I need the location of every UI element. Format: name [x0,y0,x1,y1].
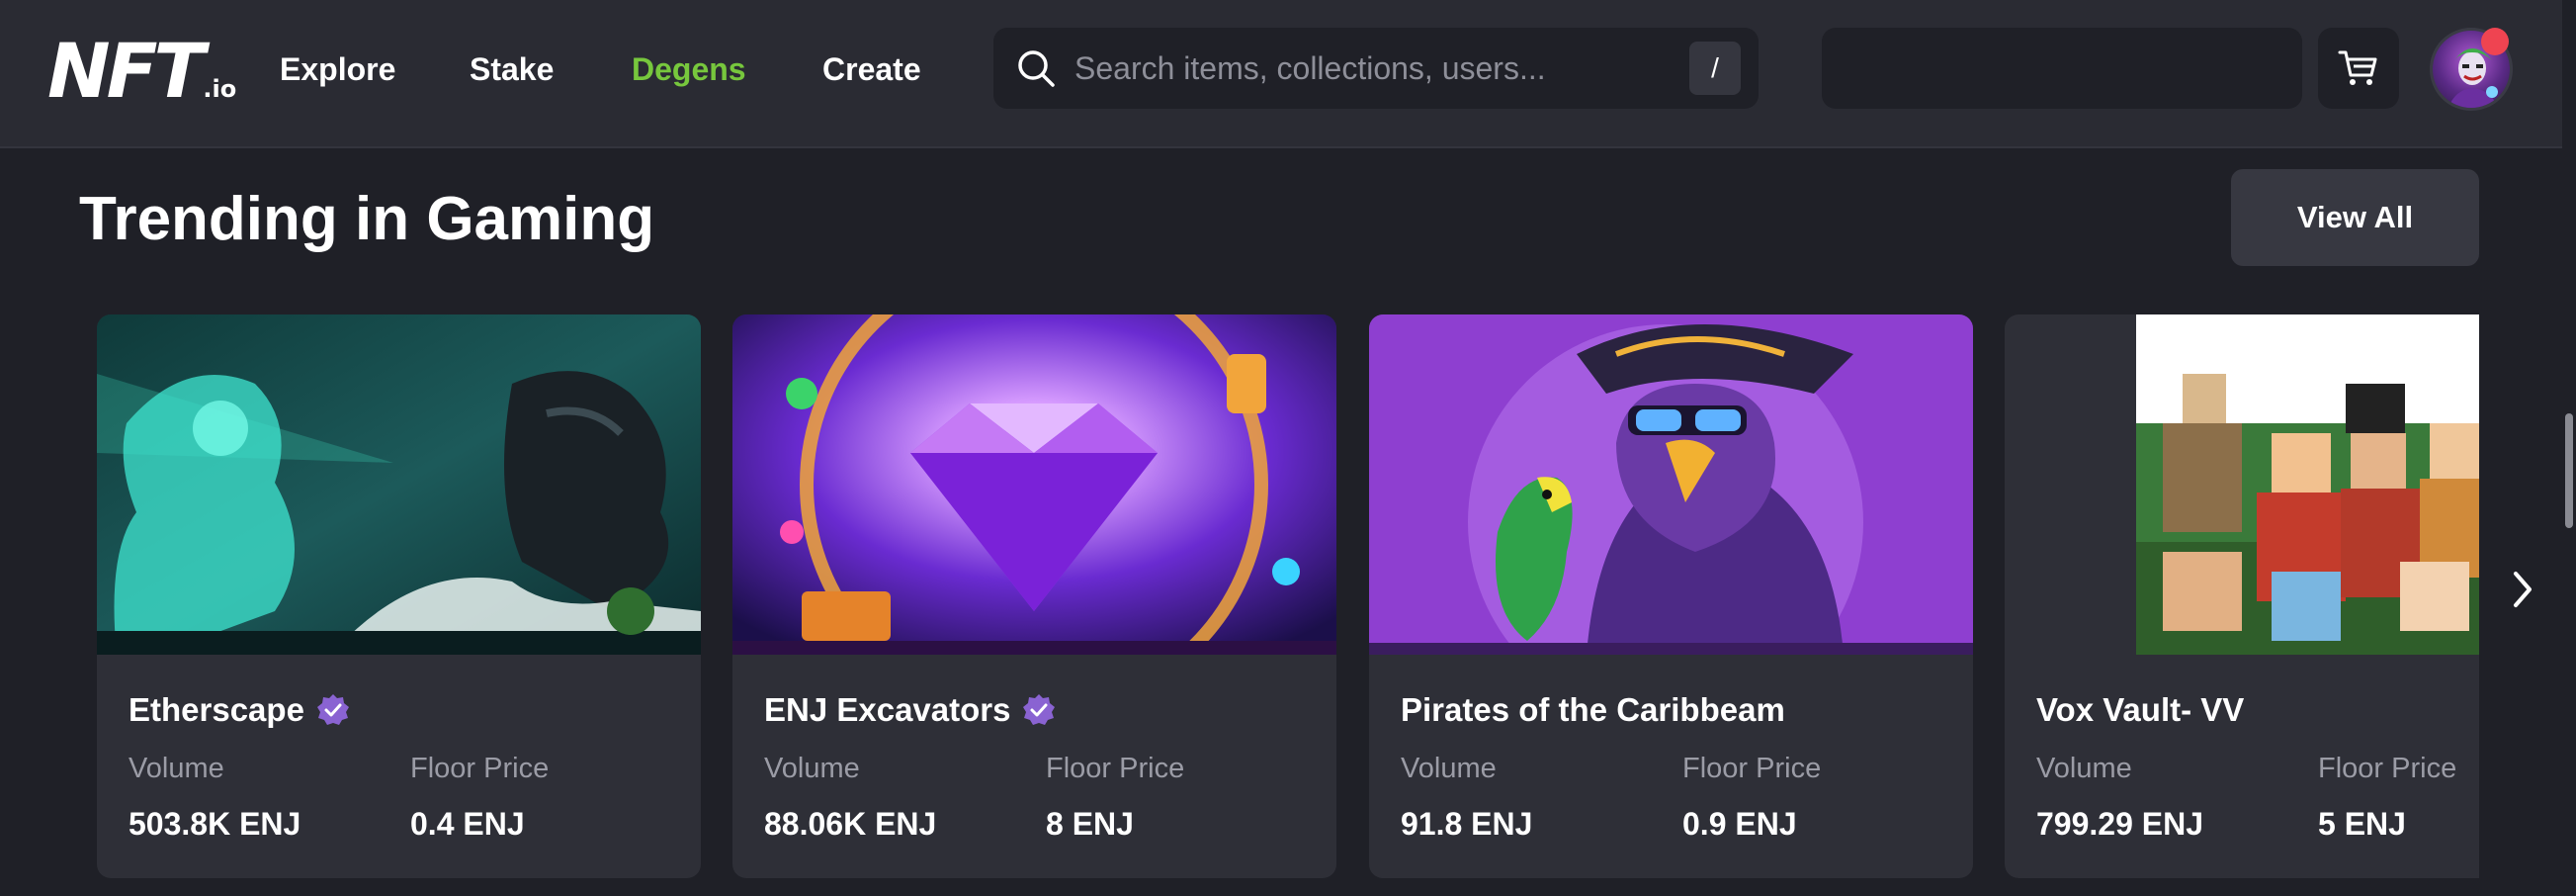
collection-name-text: ENJ Excavators [764,691,1011,728]
logo-tld: .io [203,75,237,103]
section-title: Trending in Gaming [79,185,655,253]
cart-button[interactable] [2318,28,2399,109]
verified-badge-icon [1023,694,1056,725]
floor-price-label: Floor Price [1682,753,1822,784]
nft-io-logo[interactable]: NFT .io [47,34,245,109]
collection-card-etherscape[interactable]: Etherscape Volume Floor Price 503.8K ENJ… [97,314,701,878]
floor-price-value: 0.9 ENJ [1682,806,1797,842]
search-input[interactable]: Search items, collections, users... [1074,45,1546,91]
collection-name: Vox Vault- VV [2036,688,2244,732]
search-bar[interactable]: Search items, collections, users... / [993,28,1759,109]
collection-name: Pirates of the Caribbeam [1401,688,1785,732]
top-navigation-bar: NFT .io Explore Stake Degens Create Sear… [0,0,2562,148]
chevron-right-icon [2514,572,2532,607]
verified-badge-icon [316,694,349,725]
floor-price-label: Floor Price [2318,753,2457,784]
floor-price-label: Floor Price [1046,753,1185,784]
scrollbar-thumb[interactable] [2565,413,2573,528]
volume-value: 91.8 ENJ [1401,806,1533,842]
volume-label: Volume [2036,753,2132,784]
nav-explore[interactable]: Explore [280,47,395,91]
collection-name: Etherscape [129,688,350,732]
collection-image [97,314,701,655]
nav-degens[interactable]: Degens [632,47,746,91]
volume-label: Volume [1401,753,1497,784]
collection-name-text: Vox Vault- VV [2036,691,2245,728]
logo-mark: NFT [47,27,205,115]
floor-price-value: 8 ENJ [1046,806,1134,842]
wallet-panel[interactable] [1822,28,2302,109]
volume-value: 799.29 ENJ [2036,806,2204,842]
collection-image [2005,314,2479,655]
volume-value: 88.06K ENJ [764,806,937,842]
carousel-next-button[interactable] [2501,560,2544,619]
collection-image [732,314,1336,655]
collection-name-text: Pirates of the Caribbeam [1401,691,1785,728]
volume-label: Volume [129,753,224,784]
collection-name: ENJ Excavators [764,688,1056,732]
page-scrollbar[interactable] [2562,0,2576,896]
view-all-button[interactable]: View All [2231,169,2479,266]
floor-price-value: 0.4 ENJ [410,806,525,842]
volume-value: 503.8K ENJ [129,806,301,842]
floor-price-label: Floor Price [410,753,550,784]
volume-label: Volume [764,753,860,784]
search-icon [1018,50,1055,87]
cart-icon [2338,50,2377,85]
collection-card-pirates-of-the-caribbeam[interactable]: Pirates of the Caribbeam Volume Floor Pr… [1369,314,1973,878]
notification-dot [2481,28,2509,55]
collection-name-text: Etherscape [129,691,304,728]
card-clip-container: Vox Vault- VV Volume Floor Price 799.29 … [2005,314,2479,878]
collection-card-vox-vault-vv[interactable]: Vox Vault- VV Volume Floor Price 799.29 … [2005,314,2479,878]
collection-card-enj-excavators[interactable]: ENJ Excavators Volume Floor Price 88.06K… [732,314,1336,878]
nav-stake[interactable]: Stake [470,47,554,91]
collection-image [1369,314,1973,655]
search-shortcut-key: / [1689,42,1741,95]
nav-create[interactable]: Create [822,47,921,91]
floor-price-value: 5 ENJ [2318,806,2406,842]
